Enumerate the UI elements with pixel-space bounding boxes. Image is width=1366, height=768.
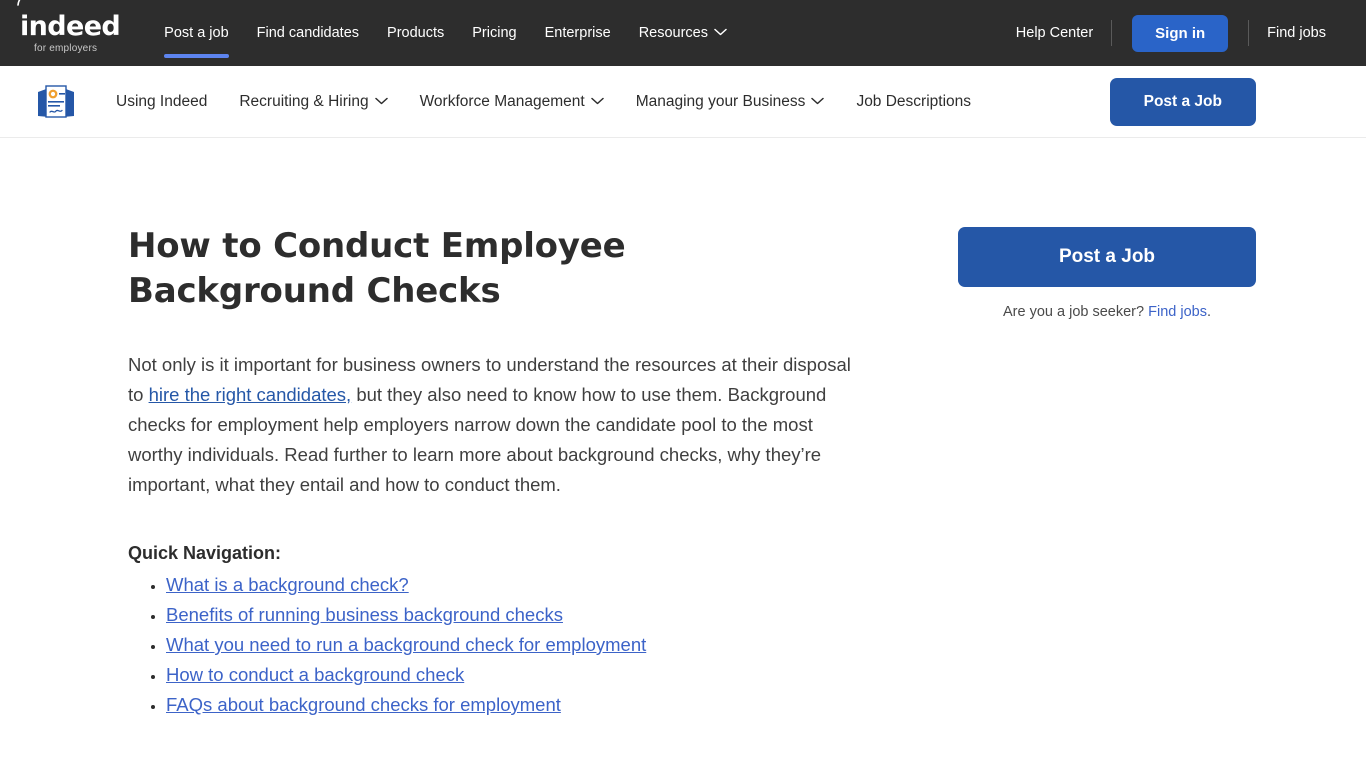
- find-jobs-link[interactable]: Find jobs: [1249, 25, 1344, 41]
- quick-nav-link-how-to-conduct-a-background-check[interactable]: How to conduct a background check: [166, 664, 464, 685]
- chevron-down-icon: [811, 97, 825, 105]
- subnav-item-label: Recruiting & Hiring: [239, 92, 369, 110]
- intro-paragraph: Not only is it important for business ow…: [128, 350, 863, 500]
- topnav-item-pricing[interactable]: Pricing: [458, 0, 530, 66]
- sidebar-post-a-job-button[interactable]: Post a Job: [958, 227, 1256, 287]
- list-item: What you need to run a background check …: [166, 630, 868, 660]
- article-column: How to Conduct Employee Background Check…: [128, 224, 868, 720]
- subnav-item-workforce-management[interactable]: Workforce Management: [404, 93, 620, 111]
- topnav-item-products[interactable]: Products: [373, 0, 458, 66]
- topnav-item-label: Resources: [638, 25, 708, 41]
- topnav-item-resources[interactable]: Resources: [625, 0, 741, 66]
- page-content: How to Conduct Employee Background Check…: [0, 138, 1366, 720]
- logo-wordmark: indeed: [20, 10, 121, 42]
- topnav-left-group: indeed for employers Post a job Find can…: [0, 0, 741, 66]
- quick-nav-link-faqs-about-background-checks[interactable]: FAQs about background checks for employm…: [166, 694, 561, 715]
- certificate-document-icon: [34, 82, 78, 122]
- logo-tagline: for employers: [34, 42, 98, 54]
- subnav-item-using-indeed[interactable]: Using Indeed: [100, 93, 223, 111]
- topnav-item-label: Find candidates: [256, 25, 360, 41]
- topnav-item-enterprise[interactable]: Enterprise: [531, 0, 625, 66]
- subnav-item-managing-your-business[interactable]: Managing your Business: [620, 93, 841, 111]
- quick-navigation-heading: Quick Navigation:: [128, 543, 282, 563]
- indeed-for-employers-logo[interactable]: indeed for employers: [16, 0, 138, 66]
- chevron-down-icon: [590, 97, 604, 105]
- primary-navigation-bar: indeed for employers Post a job Find can…: [0, 0, 1366, 66]
- list-item: Benefits of running business background …: [166, 600, 868, 630]
- list-item: What is a background check?: [166, 570, 868, 600]
- topnav-item-post-a-job[interactable]: Post a job: [150, 0, 243, 66]
- subnav-item-job-descriptions[interactable]: Job Descriptions: [840, 93, 987, 111]
- page-title: How to Conduct Employee Background Check…: [128, 226, 626, 311]
- help-center-link[interactable]: Help Center: [998, 25, 1111, 41]
- chevron-down-icon: [374, 97, 388, 105]
- help-center-label: Help Center: [1015, 25, 1094, 41]
- sidebar-column: Post a Job Are you a job seeker? Find jo…: [958, 224, 1256, 720]
- job-seeker-prompt-period: .: [1206, 304, 1211, 320]
- subnav-links: Using Indeed Recruiting & Hiring Workfor…: [100, 93, 987, 111]
- find-jobs-link[interactable]: Find jobs: [1148, 304, 1207, 320]
- subnav-item-recruiting-and-hiring[interactable]: Recruiting & Hiring: [223, 93, 403, 111]
- topnav-links: Post a job Find candidates Products Pric…: [150, 0, 741, 66]
- nav-divider: [1111, 20, 1113, 46]
- quick-navigation-list: What is a background check? Benefits of …: [128, 570, 868, 720]
- topnav-item-label: Post a job: [164, 25, 229, 41]
- job-seeker-prompt: Are you a job seeker? Find jobs.: [958, 304, 1256, 320]
- quick-nav-link-benefits-of-running-business-background-checks[interactable]: Benefits of running business background …: [166, 604, 563, 625]
- topnav-item-label: Products: [387, 25, 445, 41]
- subnav-post-a-job-button[interactable]: Post a Job: [1109, 77, 1256, 126]
- subnav-item-label: Using Indeed: [116, 92, 208, 110]
- topnav-item-find-candidates[interactable]: Find candidates: [243, 0, 373, 66]
- quick-nav-link-what-is-a-background-check[interactable]: What is a background check?: [166, 574, 409, 595]
- list-item: FAQs about background checks for employm…: [166, 690, 868, 720]
- find-jobs-label: Find jobs: [1267, 25, 1326, 41]
- subnav-item-label: Managing your Business: [635, 92, 806, 110]
- list-item: How to conduct a background check: [166, 660, 868, 690]
- sign-in-button[interactable]: Sign in: [1132, 14, 1229, 52]
- topnav-item-label: Enterprise: [544, 25, 611, 41]
- hire-the-right-candidates-link[interactable]: hire the right candidates,: [149, 384, 352, 405]
- chevron-down-icon: [714, 28, 727, 36]
- topnav-item-label: Pricing: [472, 25, 517, 41]
- subnav-item-label: Workforce Management: [419, 92, 585, 110]
- quick-nav-link-what-you-need-to-run-a-background-check[interactable]: What you need to run a background check …: [166, 634, 646, 655]
- topnav-right-group: Help Center Sign in Find jobs: [998, 0, 1366, 66]
- indeed-swoosh-icon: [16, 0, 42, 7]
- subnav-item-label: Job Descriptions: [856, 92, 972, 110]
- secondary-navigation-bar: Using Indeed Recruiting & Hiring Workfor…: [0, 66, 1366, 138]
- job-seeker-prompt-text: Are you a job seeker?: [1003, 304, 1149, 320]
